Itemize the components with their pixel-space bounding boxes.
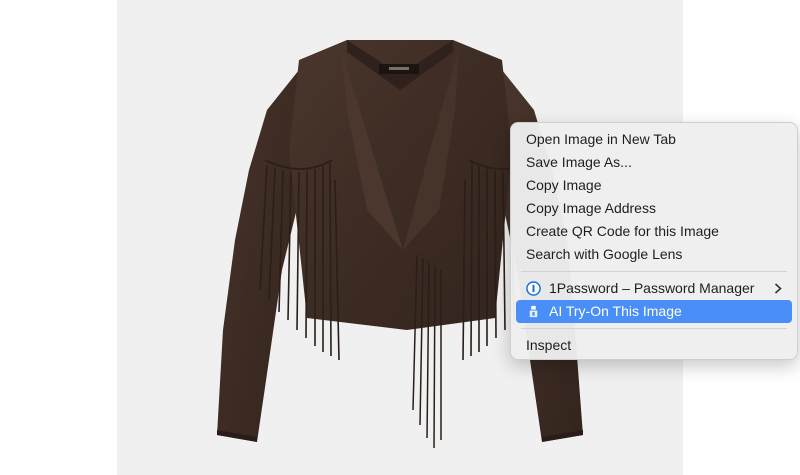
menu-item-copy-image-address[interactable]: Copy Image Address <box>516 197 792 220</box>
menu-item-search-google-lens[interactable]: Search with Google Lens <box>516 243 792 266</box>
ai-tryon-icon <box>529 305 538 318</box>
context-menu: Open Image in New Tab Save Image As... C… <box>510 122 798 360</box>
menu-item-1password[interactable]: 1Password – Password Manager <box>516 277 792 300</box>
menu-item-ai-try-on-label: AI Try-On This Image <box>549 303 682 319</box>
menu-item-1password-label: 1Password – Password Manager <box>549 280 755 296</box>
menu-separator <box>521 271 787 272</box>
menu-item-copy-image[interactable]: Copy Image <box>516 174 792 197</box>
menu-item-save-image-as[interactable]: Save Image As... <box>516 151 792 174</box>
menu-item-open-image-new-tab[interactable]: Open Image in New Tab <box>516 128 792 151</box>
menu-separator <box>521 328 787 329</box>
1password-icon <box>526 281 541 296</box>
menu-item-ai-try-on[interactable]: AI Try-On This Image <box>516 300 792 323</box>
chevron-right-icon <box>774 283 782 294</box>
menu-item-create-qr-code[interactable]: Create QR Code for this Image <box>516 220 792 243</box>
menu-item-inspect[interactable]: Inspect <box>516 334 792 357</box>
